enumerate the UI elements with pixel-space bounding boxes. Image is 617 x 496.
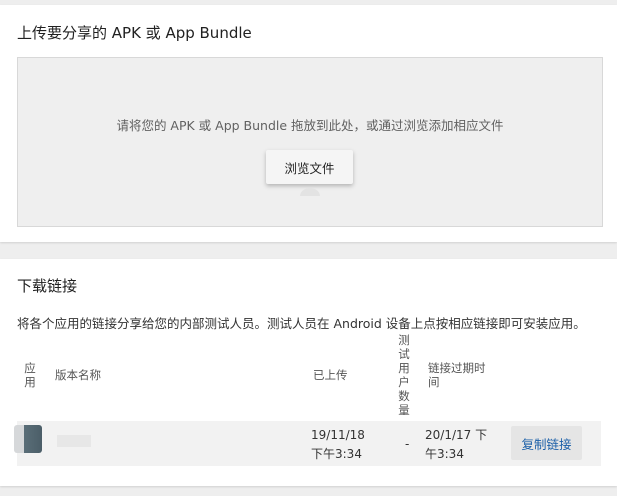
- column-header-tester-count: 测试用户数量: [398, 333, 410, 417]
- upload-title: 上传要分享的 APK 或 App Bundle: [17, 24, 252, 42]
- button-shadow-decoration: [300, 188, 320, 196]
- column-header-uploaded: 已上传: [313, 368, 348, 382]
- column-header-app: 应用: [24, 361, 36, 389]
- column-header-version-name: 版本名称: [55, 368, 101, 382]
- upload-dropzone[interactable]: 请将您的 APK 或 App Bundle 拖放到此处，或通过浏览添加相应文件 …: [17, 57, 603, 227]
- app-name-placeholder: [57, 435, 91, 447]
- download-links-title: 下载链接: [17, 277, 78, 295]
- tester-count-cell: -: [405, 437, 410, 451]
- column-header-expiry: 链接过期时间: [428, 361, 486, 389]
- table-row: 19/11/18 下午3:34 - 20/1/17 下午3:34 复制链接: [14, 421, 601, 466]
- copy-link-button[interactable]: 复制链接: [511, 426, 582, 460]
- download-links-card: 下载链接 将各个应用的链接分享给您的内部测试人员。测试人员在 Android 设…: [0, 259, 617, 486]
- download-links-description: 将各个应用的链接分享给您的内部测试人员。测试人员在 Android 设备上点按相…: [17, 316, 586, 331]
- app-icon: [14, 425, 42, 453]
- upload-card: 上传要分享的 APK 或 App Bundle 请将您的 APK 或 App B…: [0, 5, 617, 242]
- uploaded-cell: 19/11/18 下午3:34: [311, 428, 365, 461]
- expiry-cell: 20/1/17 下午3:34: [425, 428, 488, 461]
- browse-files-button[interactable]: 浏览文件: [266, 150, 353, 184]
- dropzone-instructions: 请将您的 APK 或 App Bundle 拖放到此处，或通过浏览添加相应文件: [116, 118, 504, 133]
